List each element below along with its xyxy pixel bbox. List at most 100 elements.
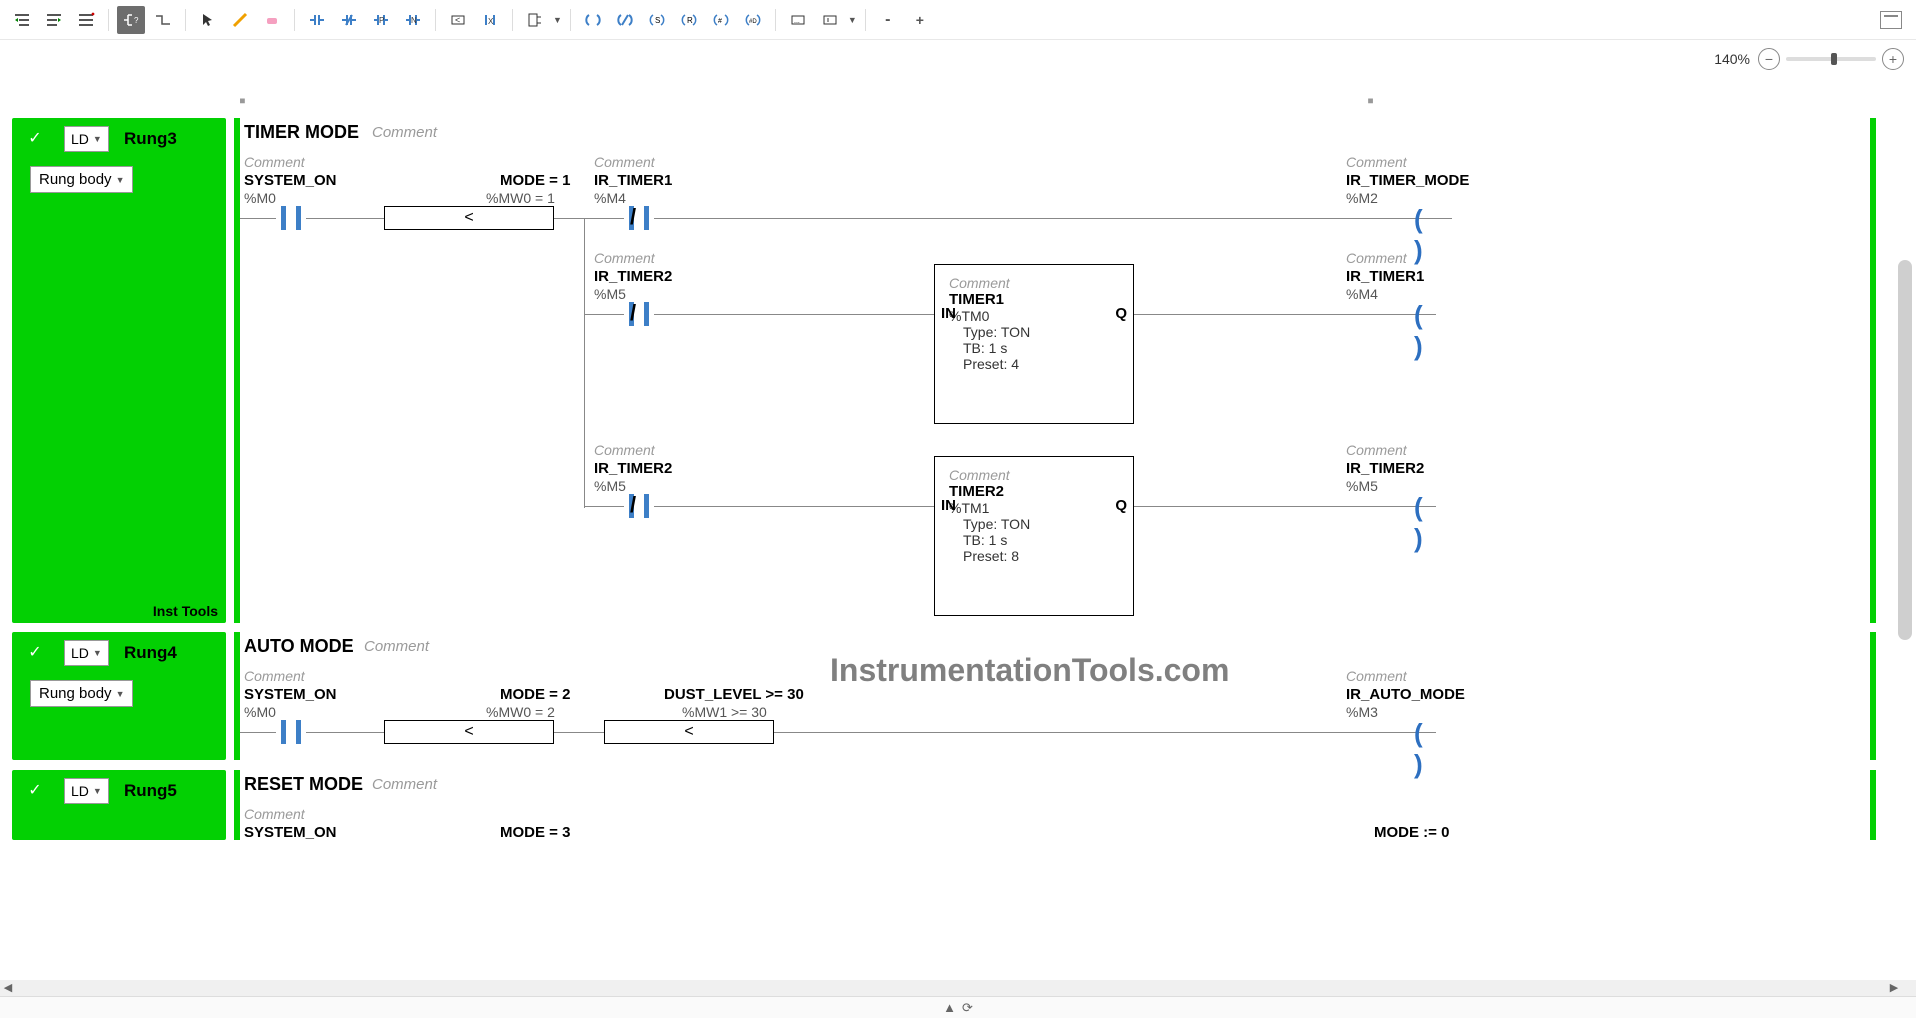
timer1-preset: Preset: 4 bbox=[963, 356, 1119, 372]
rung3-section-title: TIMER MODE bbox=[244, 122, 359, 143]
rung4-language-select[interactable]: LD bbox=[64, 640, 109, 666]
wire bbox=[306, 732, 384, 733]
wire bbox=[1436, 218, 1452, 219]
contact-falling-button[interactable]: N bbox=[399, 6, 427, 34]
function-block-button[interactable] bbox=[521, 6, 549, 34]
coil-negated-button[interactable] bbox=[611, 6, 639, 34]
wire bbox=[1134, 314, 1436, 315]
erase-button[interactable] bbox=[258, 6, 286, 34]
assign-dropdown-icon[interactable]: ▼ bbox=[848, 15, 857, 25]
assign-block-button[interactable] bbox=[816, 6, 844, 34]
coil-set-button[interactable]: S bbox=[643, 6, 671, 34]
system-on-addr: %M0 bbox=[244, 190, 276, 206]
watermark: InstrumentationTools.com bbox=[830, 652, 1229, 689]
compare-block-mode1[interactable]: < bbox=[384, 206, 554, 230]
rung3-ladder[interactable]: TIMER MODE Comment Comment SYSTEM_ON %M0… bbox=[234, 118, 1876, 623]
coil-reset-button[interactable]: R bbox=[675, 6, 703, 34]
hscroll-right-icon[interactable]: ▶ bbox=[1886, 980, 1902, 996]
coil-call-button[interactable]: #D bbox=[739, 6, 767, 34]
cmp-mode1-addr: %MW0 = 1 bbox=[486, 190, 555, 206]
rung-insert-before-button[interactable] bbox=[8, 6, 36, 34]
timer2-fb-name: TIMER2 bbox=[949, 483, 1119, 500]
remove-column-button[interactable]: - bbox=[874, 6, 902, 34]
wire bbox=[584, 506, 624, 507]
rung4-body-select[interactable]: Rung body bbox=[30, 680, 133, 707]
grid-dots: ■ ■ ■ ■ ■ ■ ■ ■ ■ ■ ■ bbox=[240, 96, 1864, 105]
r4-system-on-addr: %M0 bbox=[244, 704, 276, 720]
draw-wire-button[interactable] bbox=[226, 6, 254, 34]
ir-timer2-r3-comment: Comment bbox=[594, 442, 655, 458]
timer1-in-pin: IN bbox=[941, 305, 956, 322]
timer2-tb: TB: 1 s bbox=[963, 532, 1119, 548]
r4-coil-auto-name: IR_AUTO_MODE bbox=[1346, 686, 1465, 703]
coil-ir-timer-mode[interactable]: ( ) bbox=[1414, 204, 1448, 228]
contact-ir-timer1-nc[interactable]: / bbox=[624, 206, 654, 230]
r5-system-on-name: SYSTEM_ON bbox=[244, 824, 337, 841]
contact-ir-timer2-nc-r3[interactable]: / bbox=[624, 494, 654, 518]
svg-text:<: < bbox=[455, 15, 460, 25]
maximize-pane-button[interactable] bbox=[1880, 11, 1902, 29]
wire bbox=[654, 218, 1436, 219]
wire bbox=[774, 732, 1436, 733]
collapse-up-icon[interactable]: ▲ bbox=[943, 1000, 956, 1015]
pointer-tool-button[interactable] bbox=[194, 6, 222, 34]
timer1-block[interactable]: IN Q Comment TIMER1 %TM0 Type: TON TB: 1… bbox=[934, 264, 1134, 424]
svg-text:#: # bbox=[718, 18, 722, 25]
add-column-button[interactable]: + bbox=[906, 6, 934, 34]
rung4-title: Rung4 bbox=[124, 643, 177, 663]
coil-ir-timer2-addr: %M5 bbox=[1346, 478, 1378, 494]
contact-system-on[interactable] bbox=[276, 206, 306, 230]
timer2-block[interactable]: IN Q Comment TIMER2 %TM1 Type: TON TB: 1… bbox=[934, 456, 1134, 616]
coil-button[interactable] bbox=[579, 6, 607, 34]
rung-insert-after-button[interactable] bbox=[40, 6, 68, 34]
compare-block-button[interactable]: < bbox=[444, 6, 472, 34]
contact-nc-button[interactable] bbox=[335, 6, 363, 34]
ir-timer-mode-addr: %M2 bbox=[1346, 190, 1378, 206]
rung3-valid-icon: ✓ bbox=[22, 126, 48, 152]
coil-ir-timer1[interactable]: ( ) bbox=[1414, 300, 1448, 324]
timer2-fb-comment: Comment bbox=[949, 467, 1119, 483]
ir-timer2-r3-name: IR_TIMER2 bbox=[594, 460, 672, 477]
r4-coil-auto[interactable]: ( ) bbox=[1414, 718, 1448, 742]
coil-ir-timer1-comment: Comment bbox=[1346, 250, 1407, 266]
rung5-title: Rung5 bbox=[124, 781, 177, 801]
ir-timer1-comment: Comment bbox=[594, 154, 655, 170]
horizontal-scrollbar[interactable]: ◀ ▶ bbox=[0, 980, 1916, 996]
rung3-body-select[interactable]: Rung body bbox=[30, 166, 133, 193]
operate-block-button[interactable]: ... bbox=[784, 6, 812, 34]
r5-cmp-mode3-name: MODE = 3 bbox=[500, 824, 570, 841]
rung5-language-select[interactable]: LD bbox=[64, 778, 109, 804]
rung5-ladder[interactable]: RESET MODE Comment Comment SYSTEM_ON MOD… bbox=[234, 770, 1876, 840]
rung3-language-select[interactable]: LD bbox=[64, 126, 109, 152]
refresh-icon[interactable]: ⟳ bbox=[962, 1000, 973, 1016]
svg-text:N: N bbox=[411, 16, 417, 25]
toolbar: ? P N < X ▼ S R # #D ... ▼ - + bbox=[0, 0, 1916, 40]
timer1-type: Type: TON bbox=[963, 324, 1119, 340]
r4-cmp-mode2-name: MODE = 2 bbox=[500, 686, 570, 703]
ir-timer2-r2-addr: %M5 bbox=[594, 286, 626, 302]
contact-rising-button[interactable]: P bbox=[367, 6, 395, 34]
r5-comment: Comment bbox=[244, 806, 305, 822]
timer1-q-pin: Q bbox=[1115, 305, 1127, 322]
rung5-valid-icon: ✓ bbox=[22, 778, 48, 804]
r4-compare-dust[interactable]: < bbox=[604, 720, 774, 744]
left-power-rail bbox=[234, 118, 240, 623]
xor-contact-button[interactable]: X bbox=[476, 6, 504, 34]
branch-down-button[interactable] bbox=[149, 6, 177, 34]
r4-coil-auto-comment: Comment bbox=[1346, 668, 1407, 684]
ir-timer2-r2-comment: Comment bbox=[594, 250, 655, 266]
fb-dropdown-icon[interactable]: ▼ bbox=[553, 15, 562, 25]
coil-ir-timer2[interactable]: ( ) bbox=[1414, 492, 1448, 516]
r4-contact-system-on[interactable] bbox=[276, 720, 306, 744]
r4-compare-mode2[interactable]: < bbox=[384, 720, 554, 744]
vertical-scrollbar[interactable] bbox=[1898, 260, 1912, 640]
hscroll-left-icon[interactable]: ◀ bbox=[0, 980, 16, 996]
toolbar-separator bbox=[185, 9, 186, 31]
rung-delete-button[interactable] bbox=[72, 6, 100, 34]
branch-mode-button[interactable]: ? bbox=[117, 6, 145, 34]
contact-ir-timer2-nc-r2[interactable]: / bbox=[624, 302, 654, 326]
contact-no-button[interactable] bbox=[303, 6, 331, 34]
wire bbox=[306, 218, 384, 219]
coil-jump-button[interactable]: # bbox=[707, 6, 735, 34]
rung3-section-comment: Comment bbox=[372, 124, 437, 141]
